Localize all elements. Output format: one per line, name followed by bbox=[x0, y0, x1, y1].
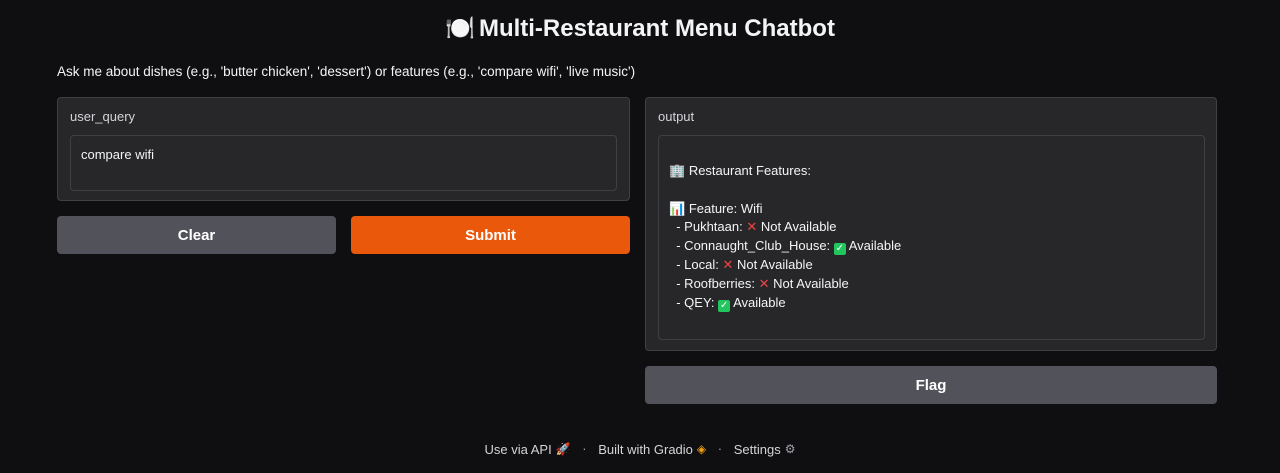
restaurant-name: - Pukhtaan: bbox=[676, 219, 743, 235]
page-title-text: Multi-Restaurant Menu Chatbot bbox=[478, 15, 835, 42]
built-with-gradio-link[interactable]: Built with Gradio ◈ bbox=[598, 441, 707, 457]
gear-icon: ⚙ bbox=[784, 442, 796, 457]
feature-line: 📊 Feature: Wifi bbox=[669, 200, 1194, 219]
settings-label: Settings bbox=[733, 441, 781, 457]
availability-status: Not Available bbox=[737, 256, 813, 272]
feature-status-list: - Pukhtaan: ✕ Not Available - Connaught_… bbox=[669, 218, 1194, 312]
availability-status: Not Available bbox=[760, 219, 837, 235]
footer-separator: · bbox=[717, 441, 723, 457]
footer: Use via API 🚀 · Built with Gradio ◈ · Sett… bbox=[0, 440, 1280, 457]
restaurant-name: - QEY: bbox=[676, 294, 715, 310]
bar-chart-icon: 📊 bbox=[669, 200, 686, 216]
clear-button[interactable]: Clear bbox=[57, 216, 336, 254]
rocket-icon: 🚀 bbox=[555, 442, 571, 457]
feature-status-item: - Connaught_Club_House: ✓ Available bbox=[669, 237, 1194, 256]
user-query-input[interactable]: compare wifi bbox=[70, 135, 617, 191]
restaurant-name: - Local: bbox=[676, 256, 719, 272]
app-root: 🍽️ Multi-Restaurant Menu Chatbot Ask me a… bbox=[0, 0, 1280, 473]
use-via-api-label: Use via API bbox=[484, 441, 552, 457]
output-heading-line: 🏢 Restaurant Features: bbox=[669, 162, 1194, 181]
footer-separator: · bbox=[582, 441, 587, 457]
page-description: Ask me about dishes (e.g., 'butter chick… bbox=[57, 64, 636, 79]
check-mark-icon: ✓ bbox=[833, 243, 846, 256]
flag-button[interactable]: Flag bbox=[645, 366, 1217, 404]
output-heading: Restaurant Features: bbox=[688, 163, 811, 178]
plate-icon: 🍽️ bbox=[445, 15, 475, 42]
output-blank-line bbox=[669, 181, 1194, 200]
user-query-label: user_query bbox=[70, 109, 136, 124]
cross-mark-icon: ✕ bbox=[722, 256, 734, 272]
check-mark-icon: ✓ bbox=[718, 299, 731, 312]
cross-mark-icon: ✕ bbox=[746, 219, 758, 235]
restaurant-name: - Roofberries: bbox=[676, 275, 755, 291]
feature-status-item: - QEY: ✓ Available bbox=[669, 294, 1194, 313]
availability-status: Available bbox=[848, 238, 902, 254]
submit-button[interactable]: Submit bbox=[351, 216, 630, 254]
feature-status-item: - Roofberries: ✕ Not Available bbox=[669, 275, 1194, 294]
feature-text: Feature: Wifi bbox=[688, 200, 763, 216]
feature-status-item: - Pukhtaan: ✕ Not Available bbox=[669, 218, 1194, 237]
output-panel: output 🏢 Restaurant Features: 📊 Feature:… bbox=[645, 97, 1217, 351]
cross-mark-icon: ✕ bbox=[758, 275, 770, 291]
availability-status: Not Available bbox=[773, 275, 849, 291]
output-label: output bbox=[658, 109, 695, 124]
restaurant-name: - Connaught_Club_House: bbox=[676, 238, 831, 254]
settings-link[interactable]: Settings ⚙ bbox=[733, 441, 796, 457]
output-textbox[interactable]: 🏢 Restaurant Features: 📊 Feature: Wifi -… bbox=[658, 135, 1205, 340]
availability-status: Available bbox=[733, 294, 786, 310]
feature-status-item: - Local: ✕ Not Available bbox=[669, 256, 1194, 275]
building-icon: 🏢 bbox=[669, 163, 686, 178]
use-via-api-link[interactable]: Use via API 🚀 bbox=[484, 441, 571, 457]
user-query-panel: user_query compare wifi bbox=[57, 97, 630, 201]
page-title: 🍽️ Multi-Restaurant Menu Chatbot bbox=[0, 12, 1280, 46]
gradio-logo-icon: ◈ bbox=[696, 442, 707, 457]
built-with-gradio-label: Built with Gradio bbox=[598, 441, 693, 457]
